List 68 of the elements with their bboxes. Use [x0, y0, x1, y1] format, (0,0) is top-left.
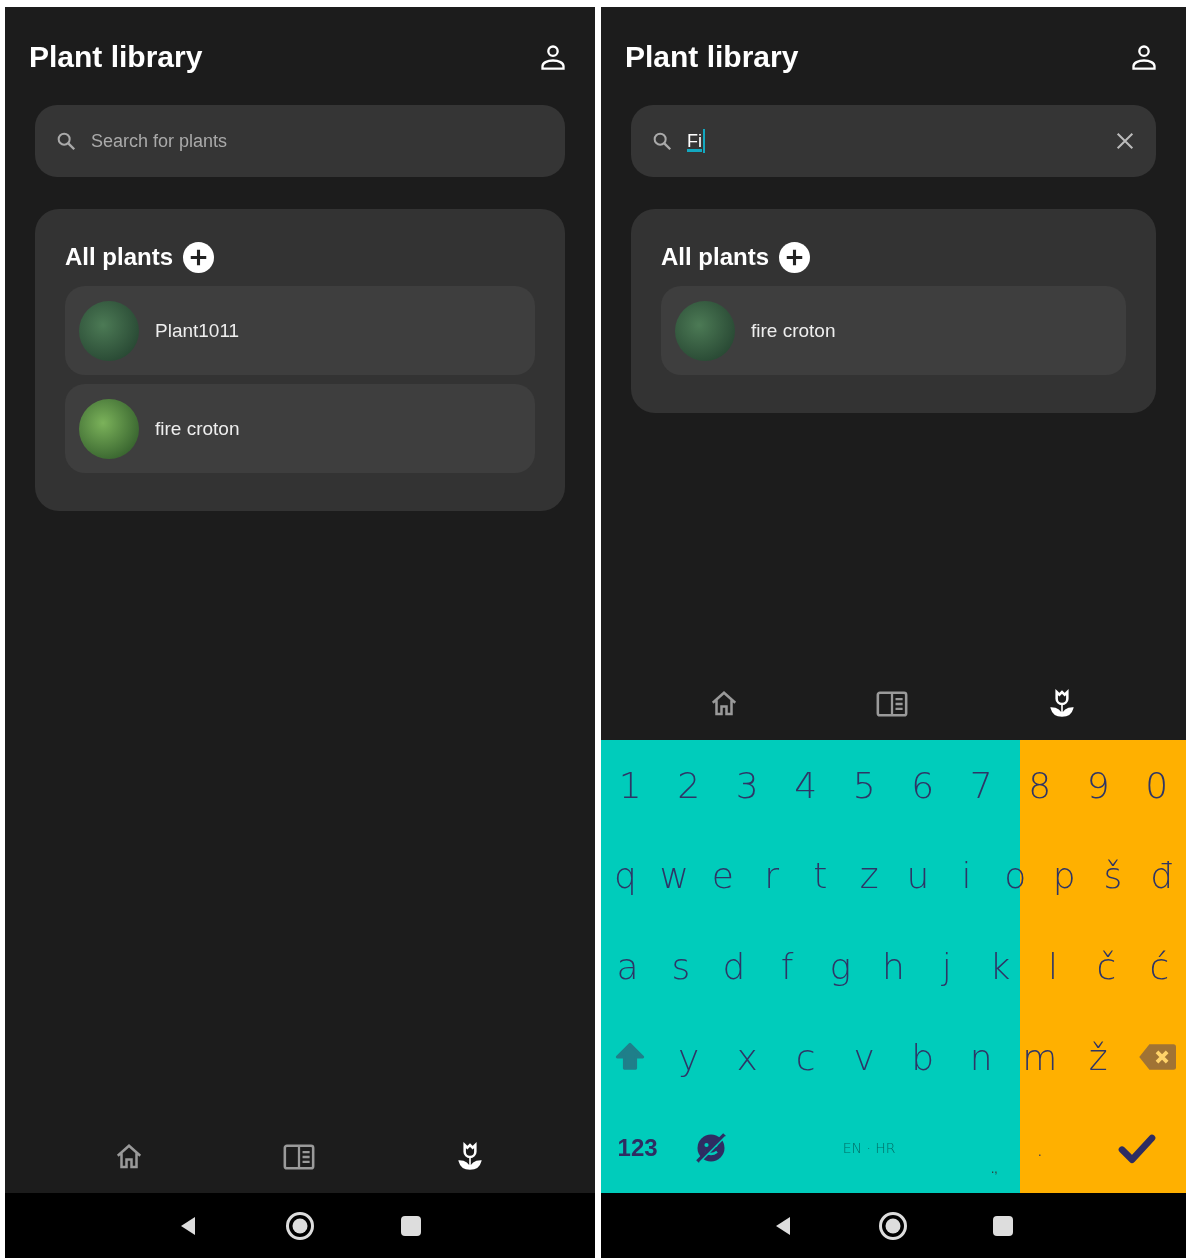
plant-list-item[interactable]: fire croton — [661, 286, 1126, 375]
keyboard-key[interactable]: 5 — [850, 764, 878, 806]
key-hint: ., — [991, 1161, 998, 1176]
keyboard-key[interactable]: 0 — [1143, 764, 1171, 806]
add-icon[interactable] — [183, 241, 214, 273]
keyboard-key[interactable]: t — [811, 855, 830, 897]
home-button-icon[interactable] — [878, 1210, 909, 1241]
backspace-icon[interactable] — [1137, 1043, 1176, 1072]
keyboard-key[interactable]: š — [1101, 855, 1125, 897]
profile-icon[interactable] — [1130, 43, 1158, 71]
search-icon — [55, 130, 77, 152]
keyboard-key[interactable]: p — [1050, 855, 1078, 897]
keyboard-key[interactable]: 4 — [792, 764, 820, 806]
space-bar[interactable]: EN · HR — [840, 1139, 898, 1156]
keyboard-key[interactable]: s — [669, 946, 693, 987]
keyboard-key[interactable]: q — [611, 855, 639, 897]
screen-title: Plant library — [625, 40, 799, 74]
keyboard-key[interactable]: a — [614, 946, 641, 987]
keyboard-key[interactable]: 1 — [616, 764, 644, 806]
keyboard-key[interactable]: 6 — [909, 764, 937, 806]
keyboard-key[interactable]: d — [720, 946, 748, 987]
keyboard-key[interactable]: 9 — [1084, 764, 1112, 806]
keyboard-key[interactable]: m — [1020, 1036, 1060, 1078]
keyboard-key[interactable]: č — [1094, 946, 1119, 987]
keyboard-key[interactable]: i — [959, 855, 974, 897]
keyboard-key[interactable]: l — [1046, 946, 1061, 987]
keyboard-key[interactable]: h — [880, 946, 907, 987]
keyboard-key[interactable]: z — [857, 855, 881, 897]
keyboard-key[interactable]: k — [987, 946, 1013, 987]
keyboard-key[interactable]: y — [676, 1036, 702, 1078]
close-icon[interactable] — [1114, 130, 1136, 152]
keyboard-key[interactable]: ć — [1147, 946, 1172, 987]
keyboard-key[interactable]: 2 — [675, 764, 703, 806]
keyboard-key[interactable]: 7 — [967, 764, 995, 806]
keyboard-key[interactable]: 8 — [1026, 764, 1054, 806]
keyboard-key[interactable]: r — [762, 855, 782, 897]
keyboard-key[interactable]: đ — [1148, 855, 1176, 897]
keyboard-key[interactable]: g — [827, 946, 854, 987]
search-icon — [651, 130, 673, 152]
section-title: All plants — [65, 243, 173, 271]
section-title: All plants — [661, 243, 769, 271]
keyboard-key[interactable]: f — [778, 946, 796, 987]
profile-icon[interactable] — [539, 43, 567, 71]
keyboard-key[interactable]: w — [657, 855, 691, 897]
keyboard-key[interactable]: u — [904, 855, 932, 897]
add-icon[interactable] — [779, 241, 810, 273]
home-button-icon[interactable] — [285, 1210, 315, 1241]
symbols-key[interactable]: 123 — [615, 1133, 660, 1162]
keyboard-key[interactable]: b — [909, 1036, 937, 1078]
keyboard-key[interactable]: v — [851, 1036, 877, 1078]
plant-name: fire croton — [155, 417, 240, 440]
keyboard-key[interactable]: 3 — [733, 764, 761, 806]
keyboard-key[interactable]: e — [709, 855, 736, 897]
recent-apps-icon[interactable] — [990, 1213, 1015, 1238]
keyboard-key[interactable]: c — [793, 1036, 818, 1078]
plant-list-item[interactable]: Plant1011 — [65, 286, 535, 375]
plant-list-item[interactable]: fire croton — [65, 384, 535, 473]
period-key[interactable]: . — [1033, 1133, 1046, 1162]
plant-name: Plant1011 — [155, 319, 240, 342]
keyboard-key[interactable]: x — [734, 1036, 760, 1078]
screen-title: Plant library — [29, 40, 203, 74]
search-field[interactable]: Search for plants — [35, 105, 565, 177]
keyboard-key[interactable]: n — [967, 1036, 995, 1078]
keyboard-key[interactable]: j — [939, 946, 954, 987]
plant-name: fire croton — [751, 319, 836, 342]
keyboard-key[interactable]: ž — [1086, 1036, 1110, 1078]
search-field[interactable]: Fi — [631, 105, 1156, 177]
recent-apps-icon[interactable] — [399, 1213, 423, 1238]
